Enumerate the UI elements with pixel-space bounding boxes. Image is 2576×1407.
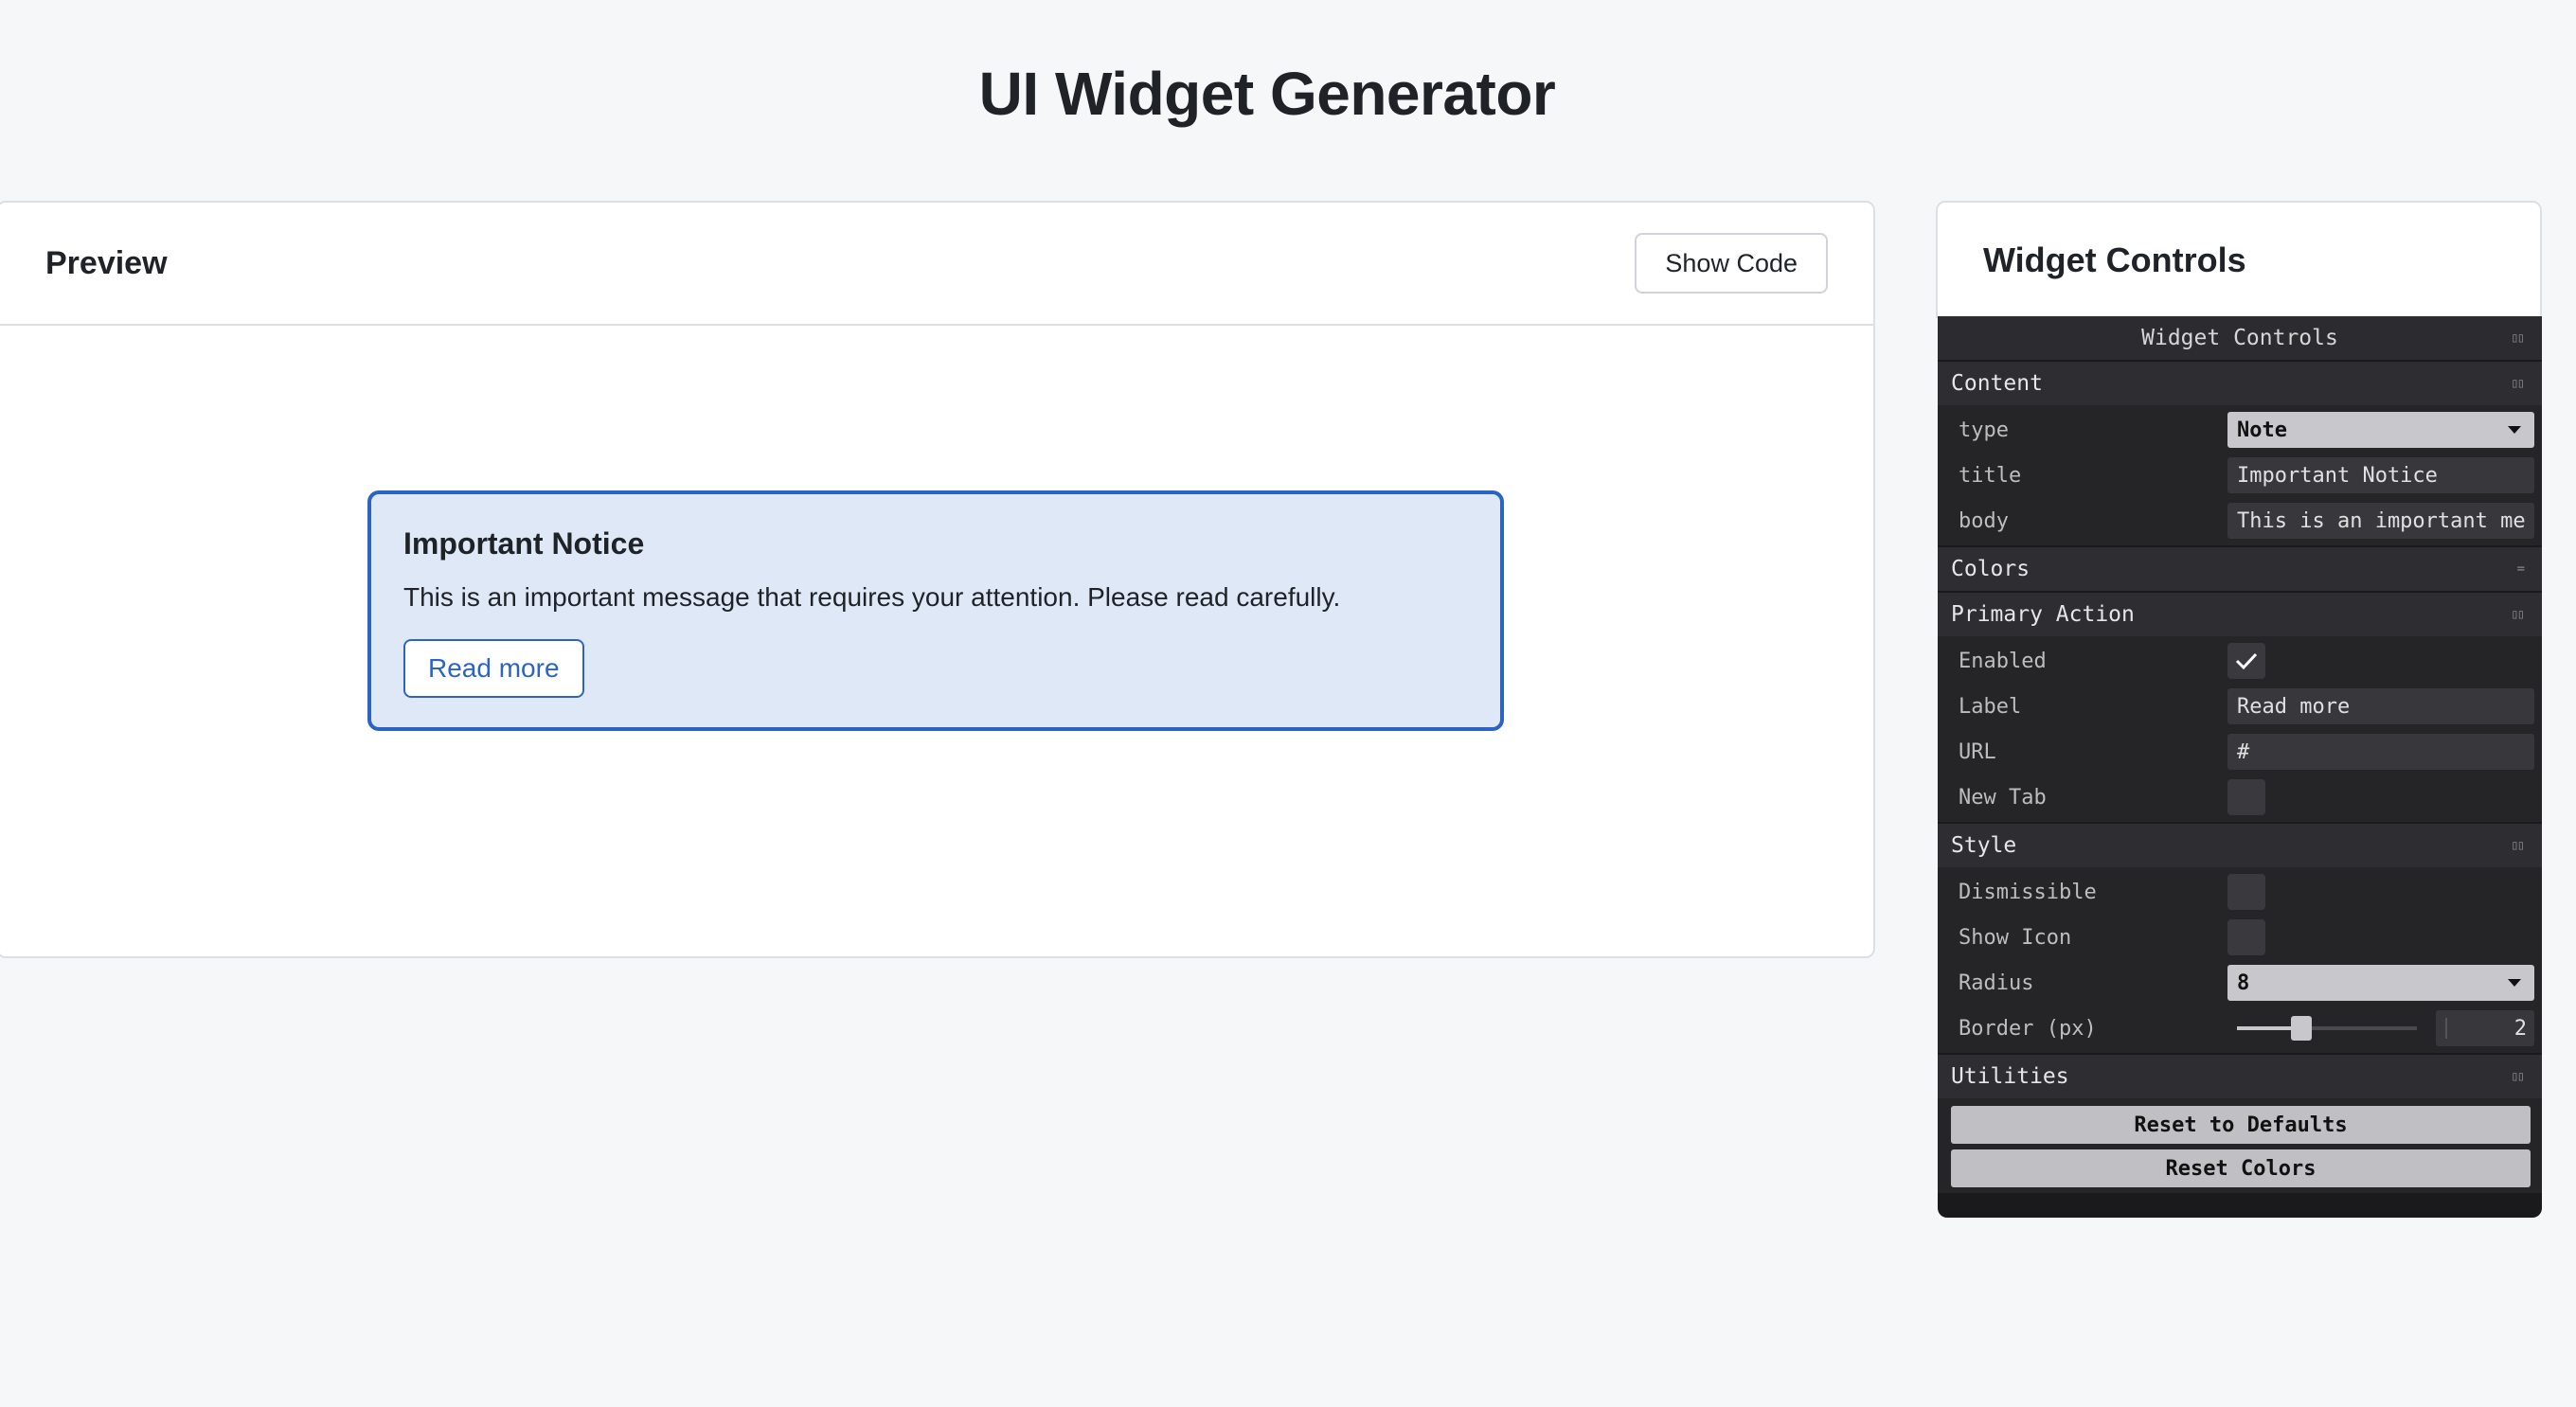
page-title: UI Widget Generator (978, 60, 1556, 128)
control-row-url: URL # (1938, 729, 2542, 775)
collapse-icon: ▯▯ (2511, 376, 2525, 391)
folder-primary-action-label: Primary Action (1951, 602, 2135, 627)
control-row-dismissible: Dismissible (1938, 869, 2542, 915)
folder-colors-label: Colors (1951, 557, 2030, 581)
controls-gui-panel: Widget Controls ▯▯ Content ▯▯ type Note … (1938, 316, 2542, 1218)
preview-heading: Preview (45, 244, 168, 281)
collapse-icon: ▯▯ (2511, 607, 2525, 622)
url-input[interactable]: # (2227, 734, 2534, 770)
folder-primary-action: Enabled Label Read more URL # New Tab (1938, 636, 2542, 822)
expand-icon: = (2516, 561, 2526, 577)
folder-style-header[interactable]: Style ▯▯ (1938, 822, 2542, 867)
controls-card-title: Widget Controls (1983, 240, 2246, 279)
control-row-enabled: Enabled (1938, 638, 2542, 684)
collapse-icon[interactable]: ▯▯ (2511, 330, 2525, 346)
border-slider-handle[interactable] (2291, 1016, 2313, 1041)
notice-widget: Important Notice This is an important me… (367, 490, 1504, 731)
folder-colors-header[interactable]: Colors = (1938, 545, 2542, 591)
control-row-show-icon: Show Icon (1938, 915, 2542, 960)
control-row-title: title Important Notice (1938, 453, 2542, 498)
show-icon-label: Show Icon (1959, 925, 2072, 950)
dismissible-label: Dismissible (1959, 880, 2097, 904)
label-input[interactable]: Read more (2227, 688, 2534, 724)
show-code-button[interactable]: Show Code (1635, 233, 1828, 294)
body-input[interactable]: This is an important me (2227, 503, 2534, 539)
radius-select[interactable]: 8 (2227, 965, 2534, 1001)
folder-utilities-header[interactable]: Utilities ▯▯ (1938, 1053, 2542, 1098)
type-select-value: Note (2237, 418, 2287, 442)
border-slider[interactable] (2237, 1016, 2417, 1041)
border-number-value: 2 (2513, 1016, 2527, 1041)
enabled-checkbox[interactable] (2227, 643, 2265, 679)
collapse-icon: ▯▯ (2511, 838, 2525, 853)
control-row-type: type Note (1938, 407, 2542, 453)
folder-content-header[interactable]: Content ▯▯ (1938, 360, 2542, 405)
control-row-body: body This is an important me (1938, 498, 2542, 543)
label-label: Label (1959, 694, 2022, 719)
folder-utilities-label: Utilities (1951, 1064, 2069, 1089)
enabled-label: Enabled (1959, 649, 2047, 673)
folder-primary-action-header[interactable]: Primary Action ▯▯ (1938, 591, 2542, 636)
gui-title-bar[interactable]: Widget Controls ▯▯ (1938, 316, 2542, 360)
dismissible-checkbox[interactable] (2227, 874, 2265, 910)
type-select[interactable]: Note (2227, 412, 2534, 448)
radius-label: Radius (1959, 971, 2034, 995)
control-row-new-tab: New Tab (1938, 775, 2542, 820)
control-row-border: Border (px) 2 (1938, 1006, 2542, 1051)
notice-title: Important Notice (403, 526, 645, 561)
radius-select-value: 8 (2237, 971, 2250, 995)
folder-style-label: Style (1951, 833, 2017, 858)
checkmark-icon (2235, 652, 2258, 670)
url-label: URL (1959, 739, 1996, 764)
body-label: body (1959, 508, 2009, 533)
new-tab-label: New Tab (1959, 785, 2047, 810)
border-label: Border (px) (1959, 1016, 2097, 1041)
title-label: title (1959, 463, 2022, 488)
chevron-down-icon (2508, 426, 2521, 434)
gui-title: Widget Controls (2141, 326, 2338, 350)
border-number-input[interactable]: 2 (2436, 1010, 2534, 1046)
read-more-button[interactable]: Read more (403, 639, 584, 698)
new-tab-checkbox[interactable] (2227, 779, 2265, 815)
folder-content: type Note title Important Notice body Th… (1938, 405, 2542, 545)
reset-colors-button[interactable]: Reset Colors (1951, 1149, 2531, 1187)
preview-header: Preview Show Code (0, 203, 1873, 326)
show-icon-checkbox[interactable] (2227, 919, 2265, 955)
controls-card: Widget Controls (1936, 201, 2542, 318)
reset-defaults-button[interactable]: Reset to Defaults (1951, 1106, 2531, 1144)
notice-body: This is an important message that requir… (403, 582, 1341, 612)
preview-panel: Preview Show Code Important Notice This … (0, 201, 1875, 958)
control-row-radius: Radius 8 (1938, 960, 2542, 1006)
type-label: type (1959, 418, 2009, 442)
chevron-down-icon (2508, 979, 2521, 987)
folder-style: Dismissible Show Icon Radius 8 Border (p… (1938, 867, 2542, 1053)
collapse-icon: ▯▯ (2511, 1069, 2525, 1084)
folder-content-label: Content (1951, 371, 2043, 396)
title-input[interactable]: Important Notice (2227, 457, 2534, 493)
folder-utilities: Reset to Defaults Reset Colors (1938, 1098, 2542, 1193)
control-row-label: Label Read more (1938, 684, 2542, 729)
